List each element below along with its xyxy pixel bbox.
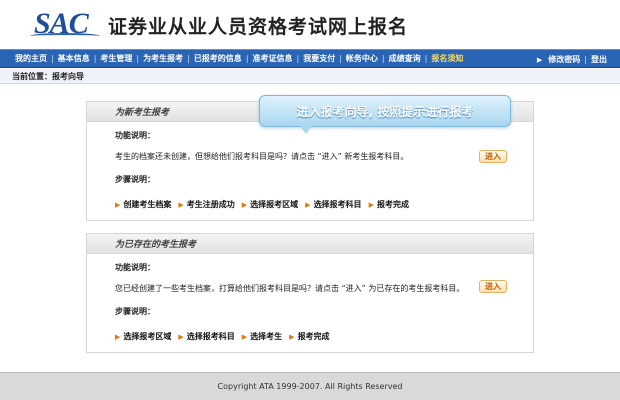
right-triangle-icon: ▶ <box>305 200 311 209</box>
right-triangle-icon: ▶ <box>115 200 121 209</box>
nav-item-candidate-management[interactable]: 考生管理 <box>97 53 135 64</box>
nav-item-account-center[interactable]: 帐务中心 <box>343 53 381 64</box>
nav-item-home[interactable]: 我的主页 <box>12 53 50 64</box>
steps-label: 步骤说明： <box>115 175 155 184</box>
step-item: ▶ 报考完成 <box>368 200 409 209</box>
step-item: ▶ 考生注册成功 <box>178 200 235 209</box>
page-header: SAC 证券业从业人员资格考试网上报名 <box>0 0 620 48</box>
nav-right-group: ▶ 修改密码 | 登出 <box>529 50 610 69</box>
breadcrumb-label: 当前位置： <box>12 71 52 81</box>
nav-item-registered-info[interactable]: 已报考的信息 <box>191 53 245 64</box>
site-title: 证券业从业人员资格考试网上报名 <box>108 16 409 38</box>
change-password-link[interactable]: 修改密码 <box>545 54 583 65</box>
step-item: ▶ 选择报考区域 <box>241 200 299 209</box>
nav-item-registration-notice[interactable]: 报名须知 <box>428 53 466 64</box>
steps-label: 步骤说明： <box>115 307 155 316</box>
nav-item-payment[interactable]: 我要支付 <box>300 53 338 64</box>
right-triangle-icon: ▶ <box>178 332 184 341</box>
existing-candidate-panel: 为已存在的考生报考 功能说明： 进入 您已经创建了一些考生档案，打算给他们报考科… <box>86 233 534 353</box>
breadcrumb-current: 报考向导 <box>52 71 84 81</box>
step-item: ▶ 报考完成 <box>289 332 330 341</box>
enter-button[interactable]: 进入 <box>479 150 507 163</box>
logo-swoosh-graphic <box>30 33 100 39</box>
steps-list: ▶ 创建考生档案 ▶ 考生注册成功 ▶ 选择报考区域 ▶ 选择报考科目 ▶ 报考完成 <box>115 199 517 210</box>
step-item: ▶ 选择报考区域 <box>115 332 172 341</box>
wizard-hint-callout: 进入报考向导, 按照提示进行报考 <box>259 95 511 127</box>
page-footer: Copyright ATA 1999-2007. All Rights Rese… <box>0 372 620 400</box>
nav-item-admission-ticket[interactable]: 准考证信息 <box>250 53 296 64</box>
right-triangle-icon: ▶ <box>115 332 121 341</box>
right-triangle-icon: ▶ <box>289 332 295 341</box>
step-item: ▶ 选择报考科目 <box>178 332 235 341</box>
callout-pointer <box>300 126 312 134</box>
step-item: ▶ 选择报考科目 <box>305 200 362 209</box>
nav-item-basic-info[interactable]: 基本信息 <box>55 53 93 64</box>
function-label: 功能说明： <box>115 131 155 140</box>
steps-list: ▶ 选择报考区域 ▶ 选择报考科目 ▶ 选择考生 ▶ 报考完成 <box>115 331 517 342</box>
panel-body: 功能说明： 进入 考生的档案还未创建，但想给他们报考科目是吗？请点击 “进入” … <box>87 122 533 210</box>
nav-item-score-query[interactable]: 成绩查询 <box>386 53 424 64</box>
right-triangle-icon: ▶ <box>178 200 184 209</box>
breadcrumb: 当前位置： 报考向导 <box>0 69 620 84</box>
function-label: 功能说明： <box>115 263 155 272</box>
step-item: ▶ 选择考生 <box>241 332 283 341</box>
panel-body: 功能说明： 进入 您已经创建了一些考生档案，打算给他们报考科目是吗？请点击 “进… <box>87 254 533 342</box>
right-triangle-icon: ▶ <box>368 200 374 209</box>
function-description: 考生的档案还未创建，但想给他们报考科目是吗？请点击 “进入” 新考生报考科目。 <box>115 152 409 161</box>
right-triangle-icon: ▶ <box>241 200 248 209</box>
main-nav: 我的主页 | 基本信息 | 考生管理 | 为考生报考 | 已报考的信息 | 准考… <box>0 49 620 68</box>
step-item: ▶ 创建考生档案 <box>115 200 172 209</box>
logout-link[interactable]: 登出 <box>588 54 610 65</box>
enter-button[interactable]: 进入 <box>479 280 507 293</box>
right-triangle-icon: ▶ <box>536 55 543 64</box>
panel-title: 为已存在的考生报考 <box>87 234 533 254</box>
nav-item-register-for-candidate[interactable]: 为考生报考 <box>140 53 186 64</box>
function-description: 您已经创建了一些考生档案，打算给他们报考科目是吗？请点击 “进入” 为已存在的考… <box>115 284 465 293</box>
right-triangle-icon: ▶ <box>241 332 248 341</box>
